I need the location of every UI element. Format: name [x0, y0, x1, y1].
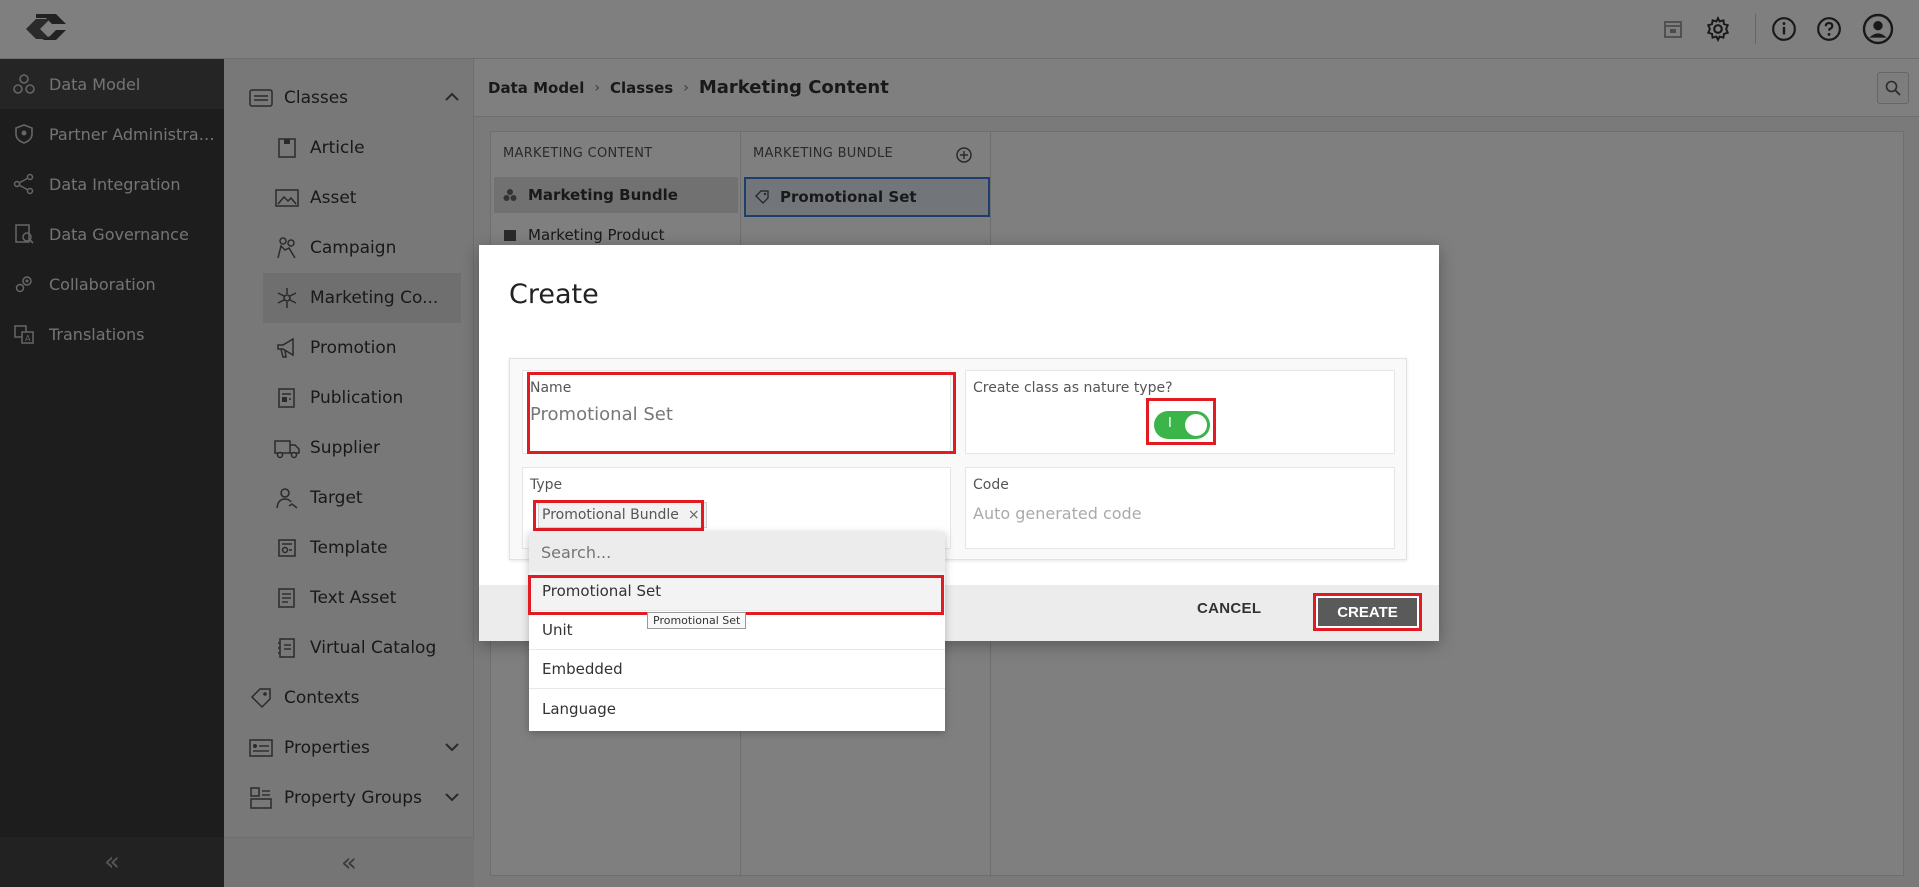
type-dropdown: Promotional Set Unit Embedded Language: [529, 532, 945, 731]
dialog-title: Create: [509, 279, 599, 310]
code-input[interactable]: Auto generated code: [973, 504, 1142, 523]
code-field[interactable]: Code Auto generated code: [965, 467, 1395, 549]
dropdown-search-input[interactable]: [529, 532, 945, 572]
create-button[interactable]: CREATE: [1313, 593, 1422, 631]
cancel-button[interactable]: CANCEL: [1197, 600, 1261, 617]
close-icon[interactable]: ×: [688, 507, 700, 523]
type-label: Type: [530, 477, 563, 493]
name-input[interactable]: Promotional Set: [530, 404, 673, 425]
type-chip[interactable]: Promotional Bundle ×: [538, 502, 707, 528]
nature-type-toggle[interactable]: I: [1154, 411, 1210, 439]
option-tooltip: Promotional Set: [647, 612, 747, 629]
name-label: Name: [530, 380, 572, 396]
toggle-knob: [1185, 414, 1207, 436]
nature-type-label: Create class as nature type?: [973, 380, 1173, 396]
name-field[interactable]: Name Promotional Set: [522, 370, 951, 454]
toggle-on-mark: I: [1168, 416, 1172, 431]
create-form: Name Promotional Set Create class as nat…: [509, 358, 1407, 560]
dropdown-option-language[interactable]: Language: [529, 689, 945, 728]
dropdown-option-embedded[interactable]: Embedded: [529, 650, 945, 689]
dropdown-option-promotional-set[interactable]: Promotional Set: [529, 572, 945, 611]
code-label: Code: [973, 477, 1009, 493]
type-chip-label: Promotional Bundle: [542, 507, 679, 523]
